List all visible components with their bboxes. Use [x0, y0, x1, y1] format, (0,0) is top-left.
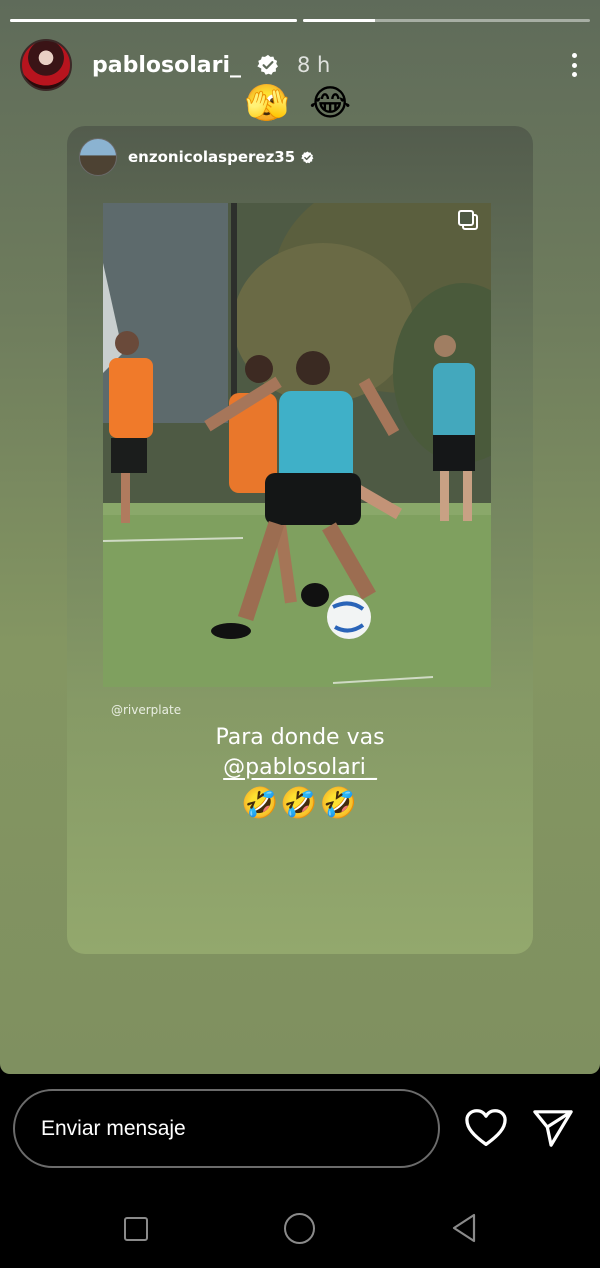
system-nav-bar: [0, 1208, 600, 1248]
shared-post-card[interactable]: enzonicolasperez35 @riverplate Para dond…: [67, 126, 533, 954]
post-time: 8 h: [296, 53, 331, 77]
story-progress: [10, 19, 590, 22]
story-emoji-sticker: 🫣 😂: [244, 83, 356, 124]
caption-mention[interactable]: @pablosolari_: [67, 753, 533, 783]
message-input[interactable]: Enviar mensaje: [13, 1089, 440, 1168]
caption-emojis: 🤣🤣🤣: [240, 786, 360, 821]
recent-apps-icon[interactable]: [124, 1217, 148, 1241]
shared-post-username[interactable]: enzonicolasperez35: [128, 148, 295, 166]
shared-post-avatar[interactable]: [79, 138, 117, 176]
verified-badge-icon: [257, 54, 278, 75]
progress-fill: [303, 19, 375, 22]
heart-icon[interactable]: [464, 1108, 508, 1148]
progress-segment-1: [10, 19, 297, 22]
username[interactable]: pablosolari_: [92, 53, 241, 78]
training-photo: [103, 203, 491, 687]
back-icon[interactable]: [449, 1212, 479, 1244]
send-icon[interactable]: [532, 1108, 574, 1148]
reply-bar: Enviar mensaje: [0, 1074, 600, 1268]
photo-credit: @riverplate: [111, 703, 182, 717]
story-caption: Para donde vas @pablosolari_: [67, 723, 533, 783]
shared-post-header[interactable]: enzonicolasperez35: [79, 138, 314, 176]
caption-text: Para donde vas: [215, 725, 385, 750]
verified-badge-icon: [301, 151, 314, 163]
shared-post-photo[interactable]: [103, 203, 491, 687]
progress-segment-2: [303, 19, 590, 22]
home-icon[interactable]: [284, 1213, 315, 1244]
progress-fill: [10, 19, 297, 22]
story-view[interactable]: pablosolari_ 8 h 🫣 😂 enzonicolasperez35: [0, 0, 600, 1074]
more-vertical-icon[interactable]: [568, 50, 580, 80]
